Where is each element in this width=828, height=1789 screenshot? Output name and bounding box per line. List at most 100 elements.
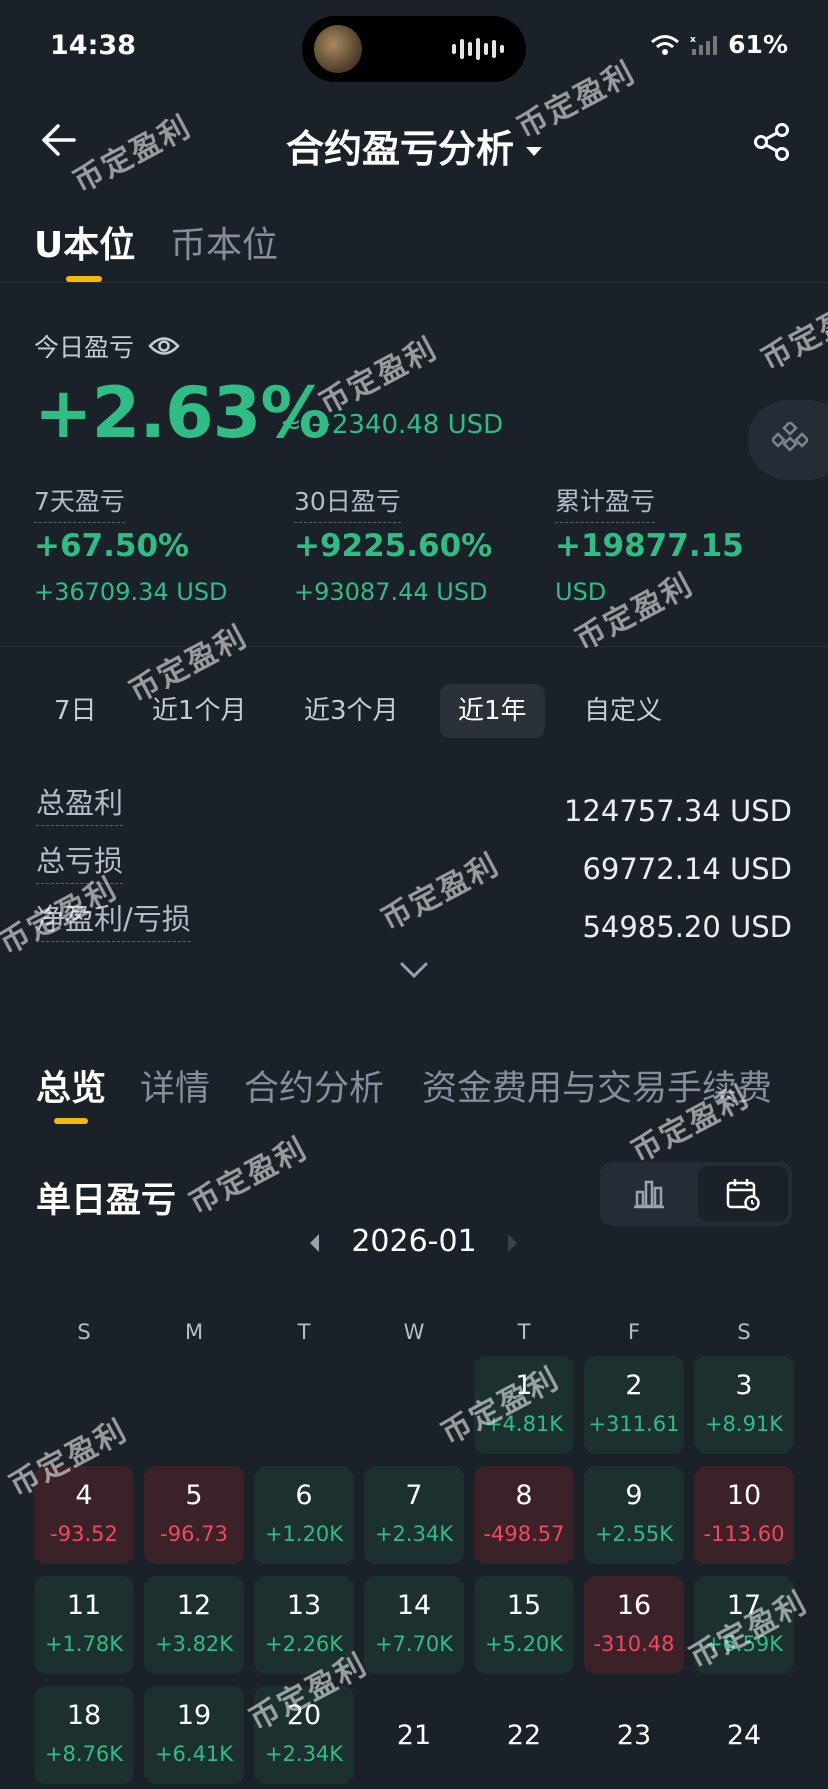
today-pnl-usd: ≈ +2340.48 USD xyxy=(280,410,504,440)
calendar-day-cell[interactable]: 18 +8.76K xyxy=(34,1686,134,1784)
calendar-day-pnl: +2.55K xyxy=(594,1522,674,1546)
calendar-day-cell[interactable]: 2 +311.61 xyxy=(584,1356,684,1454)
calendar-day-cell[interactable]: 20 +2.34K xyxy=(254,1686,354,1784)
calendar-day-cell[interactable]: 13 +2.26K xyxy=(254,1576,354,1674)
today-pnl-label: 今日盈亏 xyxy=(34,333,135,362)
weekday-label: S xyxy=(737,1320,751,1344)
bar-chart-icon xyxy=(634,1180,664,1209)
page-title[interactable]: 合约盈亏分析 xyxy=(0,118,828,173)
calendar-day-number: 5 xyxy=(185,1480,203,1511)
calendar-day-pnl: +7.70K xyxy=(374,1632,454,1656)
watermark: 币定盈利 xyxy=(183,1130,314,1222)
tab-coin-margined[interactable]: 币本位 xyxy=(170,216,278,268)
calendar-day-number: 18 xyxy=(66,1700,102,1731)
calendar-day-cell[interactable]: 7 +2.34K xyxy=(364,1466,464,1564)
period-1y[interactable]: 近1年 xyxy=(440,684,545,738)
calendar-day-cell[interactable]: 21 xyxy=(364,1686,464,1784)
calendar-day-number: 9 xyxy=(625,1480,643,1511)
calendar-day-pnl: -96.73 xyxy=(160,1522,228,1546)
calendar-day-number: 11 xyxy=(66,1590,102,1621)
calendar-day-number: 2 xyxy=(625,1370,643,1401)
binance-logo-icon xyxy=(772,422,808,452)
calendar-day-number: 10 xyxy=(726,1480,762,1511)
period-7d[interactable]: 7日 xyxy=(36,684,115,738)
calendar-day-cell[interactable]: 15 +5.20K xyxy=(474,1576,574,1674)
calendar-day-cell[interactable]: 14 +7.70K xyxy=(364,1576,464,1674)
calendar-day-cell[interactable]: 12 +3.82K xyxy=(144,1576,244,1674)
calendar-day-cell[interactable]: 10 -113.60 xyxy=(694,1466,794,1564)
calendar-day-pnl: -113.60 xyxy=(703,1522,785,1546)
calendar-day-pnl: +311.61 xyxy=(588,1412,680,1436)
calendar-view-button[interactable] xyxy=(698,1166,788,1222)
calendar-day-pnl: -498.57 xyxy=(483,1522,565,1546)
period-1m[interactable]: 近1个月 xyxy=(134,684,265,738)
calendar-day-cell[interactable]: 17 +6.59K xyxy=(694,1576,794,1674)
watermark: 币定盈利 xyxy=(375,846,506,938)
calendar-day-number: 14 xyxy=(396,1590,432,1621)
bar-chart-view-button[interactable] xyxy=(604,1166,694,1222)
calendar-day-cell[interactable]: 22 xyxy=(474,1686,574,1784)
total-loss-label: 总亏损 xyxy=(36,838,124,884)
stat-30d-percent: +9225.60% xyxy=(294,528,493,564)
calendar-icon xyxy=(726,1179,760,1211)
weekday-label: T xyxy=(297,1320,311,1344)
cellular-signal-icon: x xyxy=(690,35,718,55)
calendar-day-number: 8 xyxy=(515,1480,533,1511)
calendar-day-number: 7 xyxy=(405,1480,423,1511)
next-month-icon[interactable] xyxy=(508,1234,517,1252)
tab-overview[interactable]: 总览 xyxy=(36,1060,106,1111)
period-custom[interactable]: 自定义 xyxy=(566,684,680,738)
net-pnl-label: 净盈利/亏损 xyxy=(36,896,191,942)
wifi-icon xyxy=(651,34,680,55)
dynamic-island xyxy=(302,16,526,82)
section-tab-indicator xyxy=(54,1118,88,1124)
calendar-day-pnl: -93.52 xyxy=(50,1522,118,1546)
calendar-day-number: 3 xyxy=(735,1370,753,1401)
tab-funding-fees[interactable]: 资金费用与交易手续费 xyxy=(422,1060,772,1111)
calendar-day-cell[interactable]: 24 xyxy=(694,1686,794,1784)
status-icons: x 61% xyxy=(650,30,788,59)
total-loss-value: 69772.14 USD xyxy=(582,852,792,886)
stat-total-label: 累计盈亏 xyxy=(555,482,656,523)
calendar-day-cell[interactable]: 16 -310.48 xyxy=(584,1576,684,1674)
divider xyxy=(0,646,828,647)
calendar-day-pnl: +1.20K xyxy=(264,1522,344,1546)
weekday-label: W xyxy=(403,1320,425,1344)
eye-icon[interactable] xyxy=(148,335,180,357)
calendar-day-pnl: +6.41K xyxy=(154,1742,234,1766)
tab-contract-analysis[interactable]: 合约分析 xyxy=(244,1060,384,1111)
calendar-day-number: 21 xyxy=(396,1720,432,1751)
calendar-day-cell[interactable]: 1 +4.81K xyxy=(474,1356,574,1454)
net-pnl-value: 54985.20 USD xyxy=(582,910,792,944)
total-profit-value: 124757.34 USD xyxy=(563,794,792,828)
calendar-day-pnl: +2.26K xyxy=(264,1632,344,1656)
tab-u-margined[interactable]: U本位 xyxy=(34,216,135,268)
stat-total-value: +19877.15 xyxy=(555,528,744,564)
calendar-day-pnl: +4.81K xyxy=(484,1412,564,1436)
calendar-day-cell[interactable]: 23 xyxy=(584,1686,684,1784)
calendar-day-number: 13 xyxy=(286,1590,322,1621)
floating-assistant-button[interactable] xyxy=(748,400,828,480)
today-pnl-header: 今日盈亏 xyxy=(34,328,180,364)
calendar-day-cell[interactable]: 5 -96.73 xyxy=(144,1466,244,1564)
calendar-day-cell[interactable]: 11 +1.78K xyxy=(34,1576,134,1674)
tab-details[interactable]: 详情 xyxy=(140,1060,210,1111)
calendar-day-pnl: +2.34K xyxy=(374,1522,454,1546)
stat-30d-label: 30日盈亏 xyxy=(294,482,401,523)
calendar-day-cell[interactable]: 19 +6.41K xyxy=(144,1686,244,1784)
divider xyxy=(0,282,828,283)
calendar-day-cell[interactable]: 3 +8.91K xyxy=(694,1356,794,1454)
calendar-day-pnl: +2.34K xyxy=(264,1742,344,1766)
calendar-day-pnl: +1.78K xyxy=(44,1632,124,1656)
stat-7d-percent: +67.50% xyxy=(34,528,190,564)
share-icon[interactable] xyxy=(752,122,792,162)
weekday-label: F xyxy=(627,1320,641,1344)
chevron-down-icon[interactable] xyxy=(398,960,430,980)
calendar-day-cell[interactable]: 4 -93.52 xyxy=(34,1466,134,1564)
total-profit-label: 总盈利 xyxy=(36,780,124,826)
calendar-day-cell[interactable]: 6 +1.20K xyxy=(254,1466,354,1564)
watermark: 币定盈利 xyxy=(755,286,828,378)
calendar-day-cell[interactable]: 8 -498.57 xyxy=(474,1466,574,1564)
calendar-day-cell[interactable]: 9 +2.55K xyxy=(584,1466,684,1564)
period-3m[interactable]: 近3个月 xyxy=(286,684,417,738)
